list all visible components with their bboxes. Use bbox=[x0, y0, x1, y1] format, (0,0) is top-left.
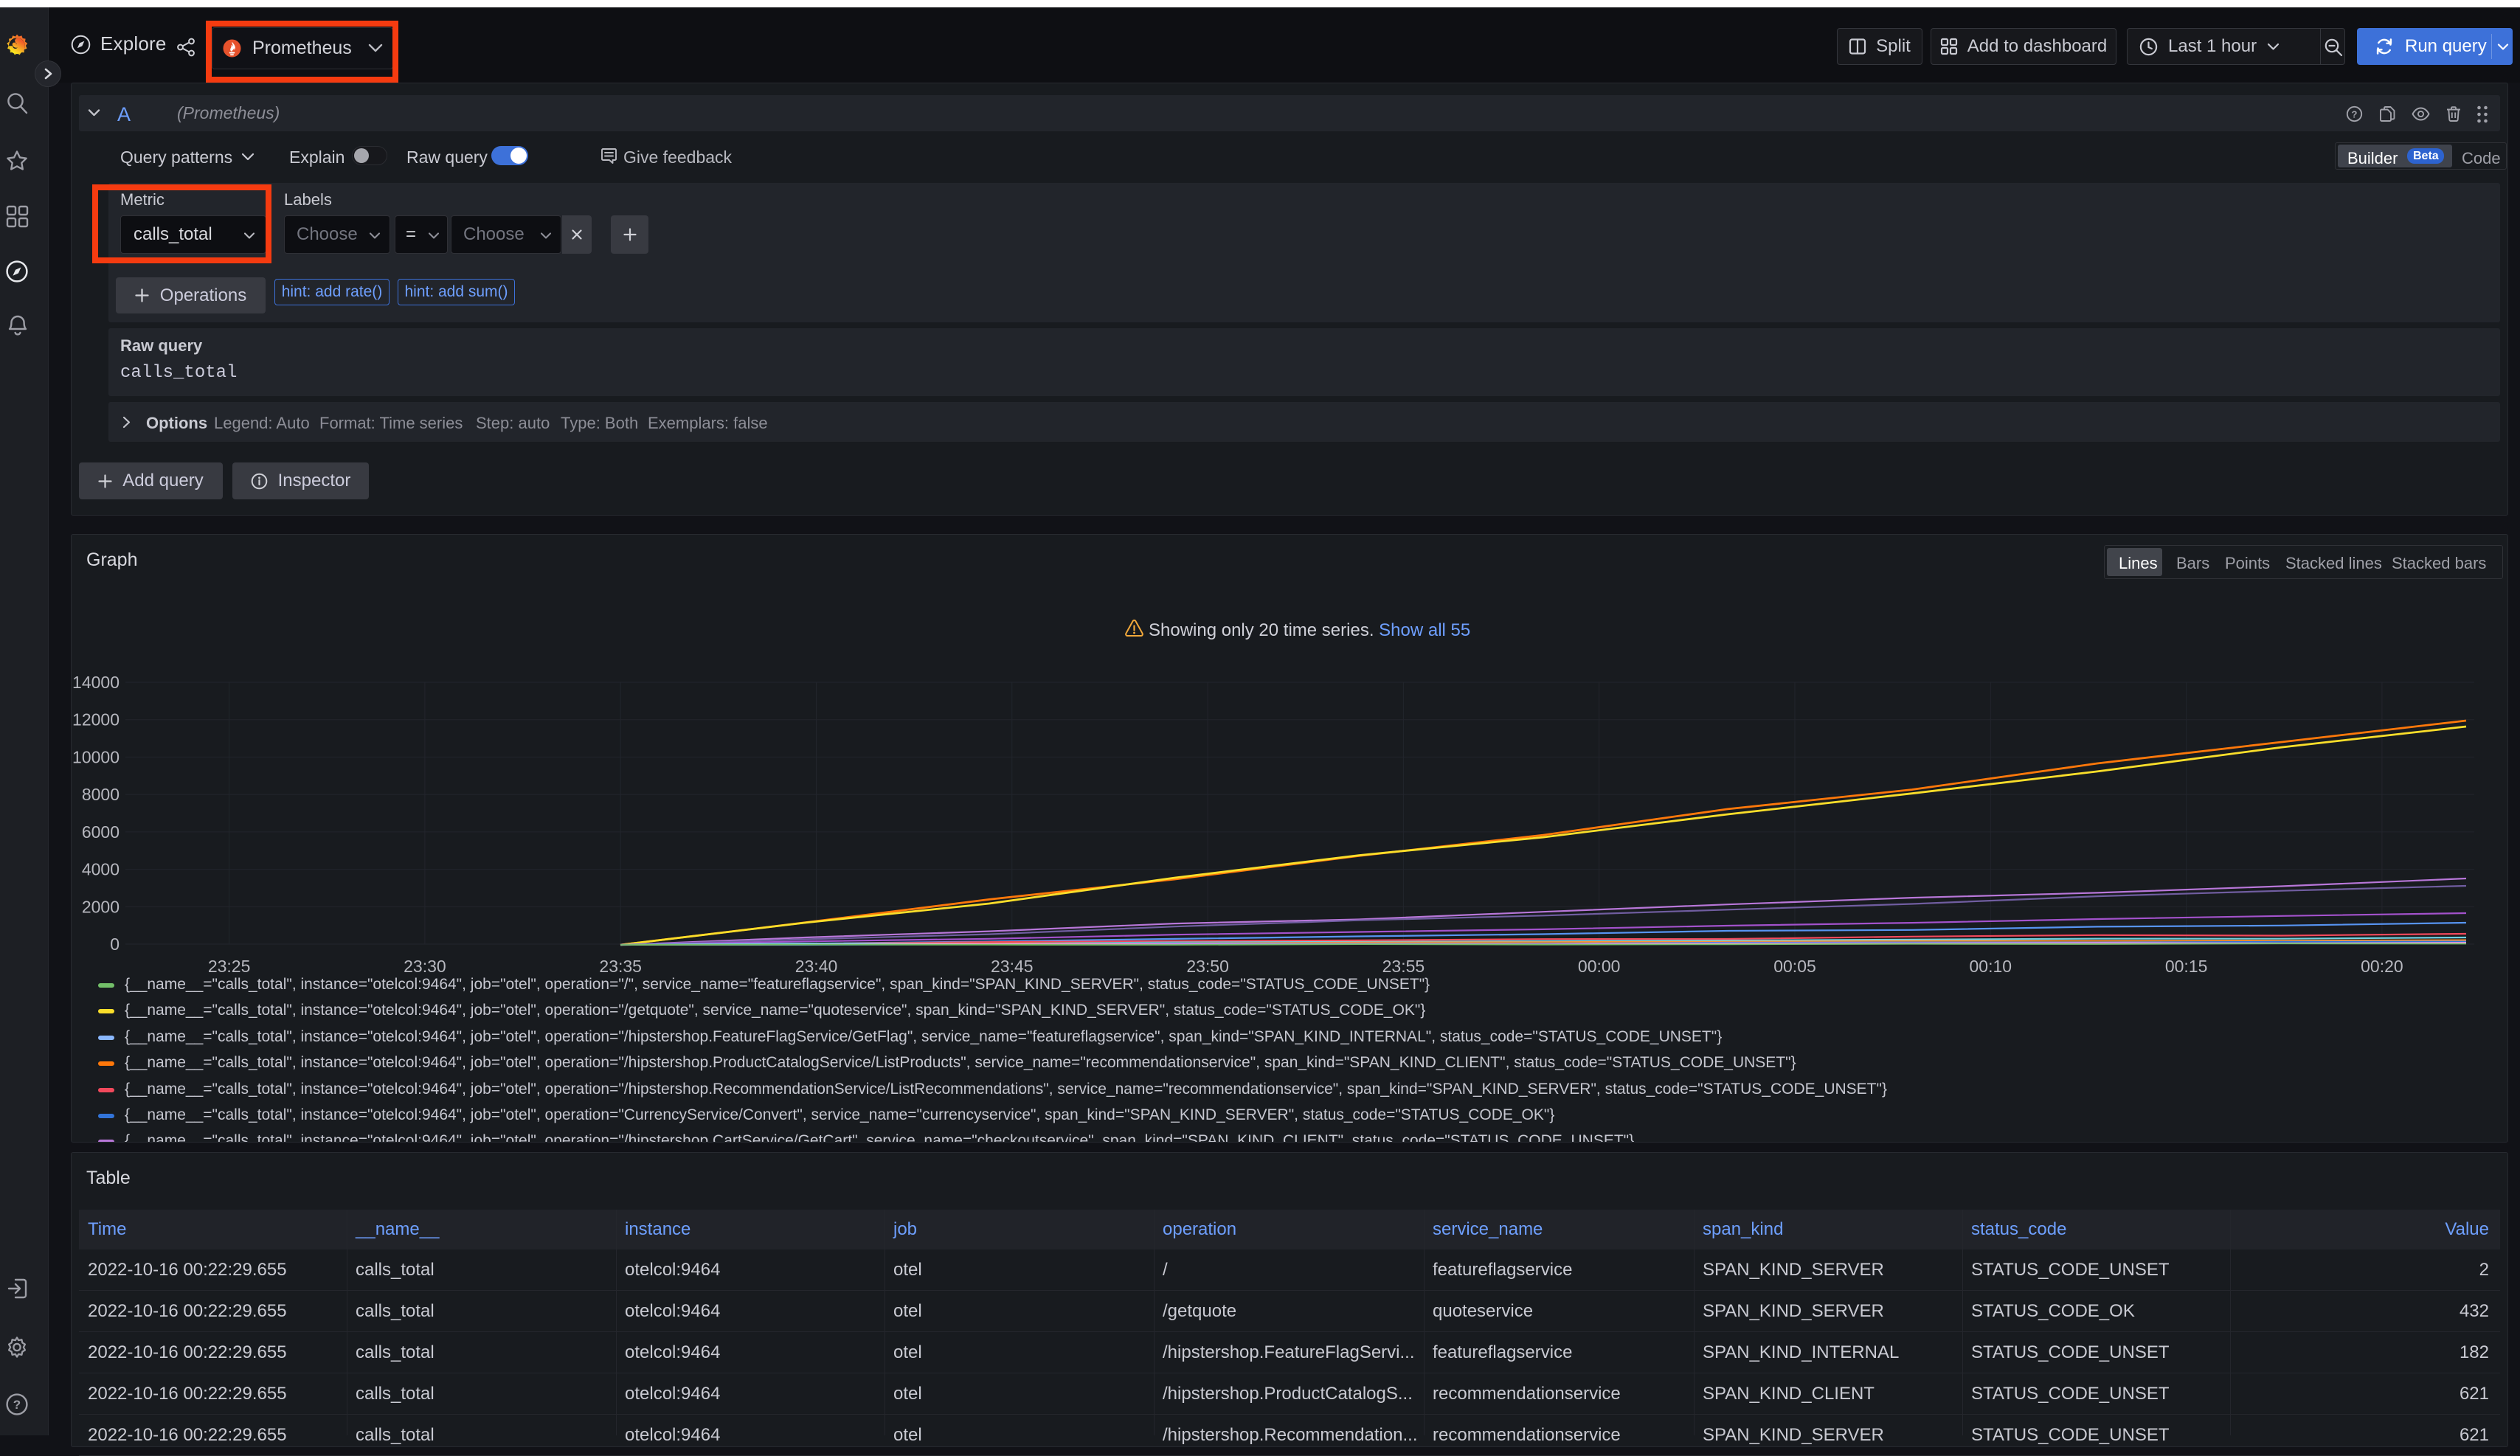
svg-text:2000: 2000 bbox=[82, 897, 120, 916]
svg-text:14000: 14000 bbox=[72, 673, 120, 692]
svg-text:12000: 12000 bbox=[72, 710, 120, 729]
svg-text:?: ? bbox=[2352, 108, 2358, 119]
svg-text:4000: 4000 bbox=[82, 860, 120, 879]
svg-text:10000: 10000 bbox=[72, 747, 120, 766]
svg-text:0: 0 bbox=[110, 935, 120, 954]
svg-text:6000: 6000 bbox=[82, 822, 120, 842]
svg-text:?: ? bbox=[13, 1398, 21, 1412]
svg-text:8000: 8000 bbox=[82, 785, 120, 804]
